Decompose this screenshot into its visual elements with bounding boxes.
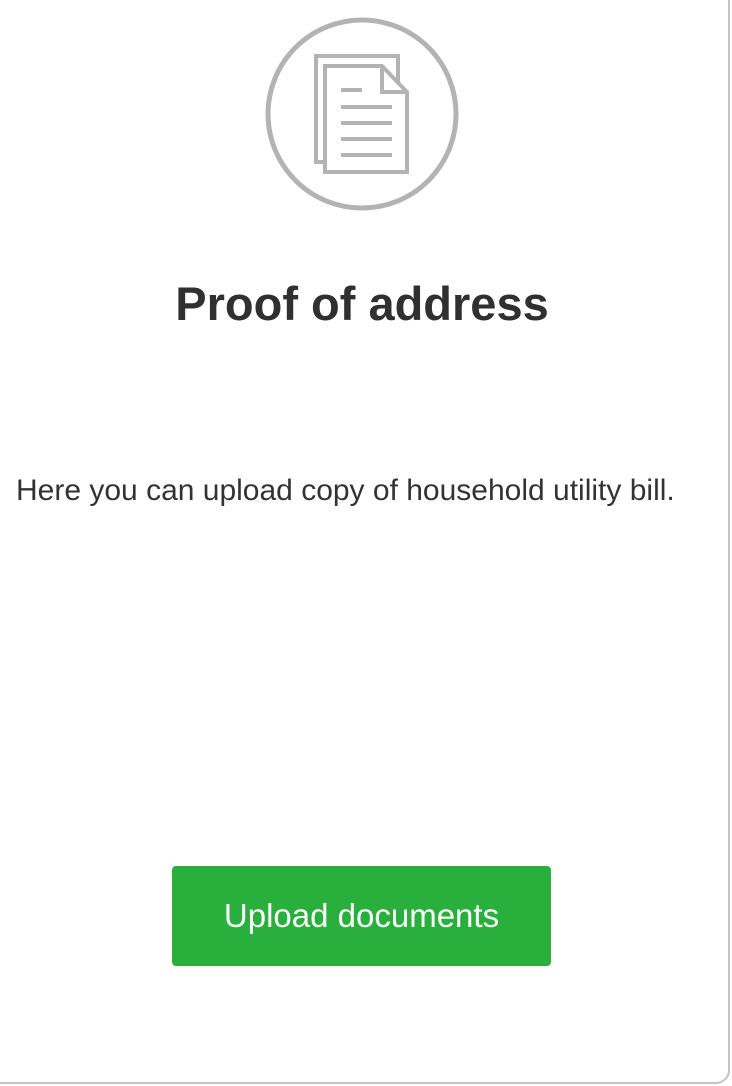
card-description: Here you can upload copy of household ut… <box>16 474 675 507</box>
card-title: Proof of address <box>175 277 549 330</box>
upload-documents-button[interactable]: Upload documents <box>172 866 551 966</box>
document-copies-icon <box>264 16 460 212</box>
